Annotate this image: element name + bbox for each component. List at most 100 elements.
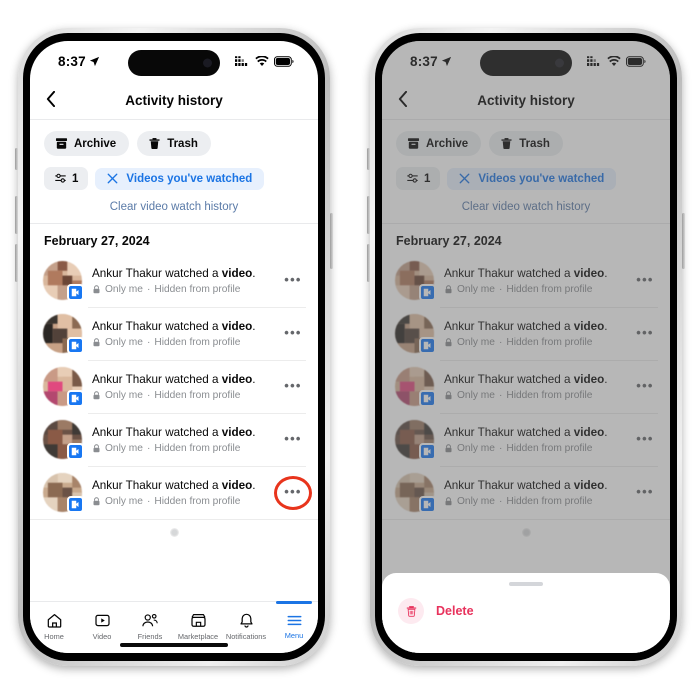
chip-trash-label: Trash <box>167 137 198 150</box>
tab-home[interactable]: Home <box>30 602 78 651</box>
volume-up-button[interactable] <box>15 196 18 234</box>
row-title-prefix: Ankur Thakur watched a <box>92 478 222 492</box>
loading-row <box>30 519 318 547</box>
comparison-screenshot: 8:37 Activity history Archive Trash 1 Vi… <box>0 0 700 694</box>
more-options-icon[interactable]: ••• <box>280 374 306 400</box>
facebook-video-badge-icon <box>67 390 84 407</box>
tab-video[interactable]: Video <box>78 602 126 651</box>
row-visibility: Hidden from profile <box>154 496 241 508</box>
more-options-icon[interactable]: ••• <box>280 321 306 347</box>
filter-count-button[interactable]: 1 <box>44 167 89 190</box>
loading-spinner-icon <box>169 528 179 537</box>
row-privacy: Only me <box>105 390 143 402</box>
row-title-prefix: Ankur Thakur watched a <box>92 266 222 280</box>
more-options-icon[interactable]: ••• <box>274 475 312 510</box>
marketplace-icon <box>190 614 206 627</box>
volume-up-button[interactable] <box>367 196 370 234</box>
more-options-icon[interactable]: ••• <box>280 268 306 294</box>
tab-menu-label: Menu <box>284 631 304 640</box>
silent-switch[interactable] <box>15 148 18 170</box>
power-button[interactable] <box>682 213 685 269</box>
activity-list: Ankur Thakur watched a video. Only me · … <box>30 254 318 574</box>
filter-row: 1 Videos you've watched <box>30 165 318 198</box>
tab-menu[interactable]: Menu <box>270 601 318 651</box>
row-meta: Only me · Hidden from profile <box>92 496 270 507</box>
row-divider <box>88 360 306 361</box>
avatar <box>43 314 84 354</box>
row-privacy: Only me <box>105 337 143 349</box>
silent-switch[interactable] <box>367 148 370 170</box>
delete-button[interactable]: Delete <box>382 598 670 624</box>
row-sep: · <box>146 496 151 508</box>
row-title-suffix: . <box>252 266 256 280</box>
row-divider <box>88 307 306 308</box>
power-button[interactable] <box>330 213 333 269</box>
row-meta: Only me · Hidden from profile <box>92 443 270 454</box>
row-privacy: Only me <box>105 284 143 296</box>
facebook-video-badge-icon <box>67 443 84 460</box>
page-title: Activity history <box>125 92 223 108</box>
screen-right: 8:37 Activity history Archive Trash 1 Vi… <box>382 41 670 653</box>
wifi-icon <box>255 55 269 66</box>
volume-down-button[interactable] <box>367 244 370 282</box>
filter-count-label: 1 <box>72 172 79 185</box>
nav-bar: Activity history <box>30 81 318 120</box>
chevron-left-icon <box>46 90 56 107</box>
row-visibility: Hidden from profile <box>154 390 241 402</box>
chip-trash[interactable]: Trash <box>137 131 211 156</box>
avatar <box>43 261 84 301</box>
row-title-suffix: . <box>252 425 256 439</box>
row-title: Ankur Thakur watched a video. <box>92 372 270 388</box>
front-camera-icon <box>203 58 212 68</box>
tab-marketplace-label: Marketplace <box>177 632 219 641</box>
x-close-icon[interactable] <box>107 173 118 184</box>
phone-bezel-right: 8:37 Activity history Archive Trash 1 Vi… <box>375 33 677 661</box>
home-icon <box>47 614 61 628</box>
more-options-icon[interactable]: ••• <box>280 427 306 453</box>
volume-down-button[interactable] <box>15 244 18 282</box>
row-title-prefix: Ankur Thakur watched a <box>92 372 222 386</box>
status-indicators <box>235 55 294 67</box>
row-sep: · <box>146 284 151 296</box>
row-meta: Only me · Hidden from profile <box>92 390 270 401</box>
table-row[interactable]: Ankur Thakur watched a video. Only me · … <box>30 413 318 466</box>
avatar <box>43 420 84 460</box>
sliders-icon <box>55 173 66 183</box>
table-row[interactable]: Ankur Thakur watched a video. Only me · … <box>30 307 318 360</box>
sheet-grabber[interactable] <box>509 582 543 586</box>
chip-archive-label: Archive <box>74 137 117 150</box>
row-title-suffix: . <box>252 372 256 386</box>
tab-friends-label: Friends <box>137 632 163 641</box>
bell-icon <box>239 613 253 628</box>
phone-bezel-left: 8:37 Activity history Archive Trash 1 Vi… <box>23 33 325 661</box>
filter-pill-videos-watched[interactable]: Videos you've watched <box>95 167 265 190</box>
chip-row: Archive Trash <box>30 120 318 165</box>
clear-video-watch-history-link[interactable]: Clear video watch history <box>30 198 318 224</box>
archive-box-icon <box>55 138 68 149</box>
row-title-suffix: . <box>252 478 256 492</box>
friends-icon <box>142 613 158 627</box>
chip-archive[interactable]: Archive <box>44 131 130 156</box>
row-title: Ankur Thakur watched a video. <box>92 319 270 335</box>
row-text: Ankur Thakur watched a video. Only me · … <box>92 319 270 349</box>
tab-notifications[interactable]: Notifications <box>222 602 270 651</box>
back-button[interactable] <box>46 90 56 110</box>
row-visibility: Hidden from profile <box>154 337 241 349</box>
tab-home-label: Home <box>44 632 64 641</box>
facebook-video-badge-icon <box>67 496 84 513</box>
row-title-bold: video <box>221 478 253 492</box>
table-row[interactable]: Ankur Thakur watched a video. Only me · … <box>30 466 318 519</box>
cellular-signal-icon <box>235 55 248 66</box>
phone-left: 8:37 Activity history Archive Trash 1 Vi… <box>15 28 333 666</box>
delete-label: Delete <box>436 604 474 618</box>
modal-dim-overlay[interactable] <box>382 41 670 653</box>
row-privacy: Only me <box>105 496 143 508</box>
table-row[interactable]: Ankur Thakur watched a video. Only me · … <box>30 360 318 413</box>
row-text: Ankur Thakur watched a video. Only me · … <box>92 266 270 296</box>
home-indicator[interactable] <box>120 643 228 647</box>
empty-space <box>30 574 318 601</box>
table-row[interactable]: Ankur Thakur watched a video. Only me · … <box>30 254 318 307</box>
date-header: February 27, 2024 <box>44 234 150 248</box>
lock-icon <box>93 444 100 453</box>
lock-icon <box>93 497 100 506</box>
